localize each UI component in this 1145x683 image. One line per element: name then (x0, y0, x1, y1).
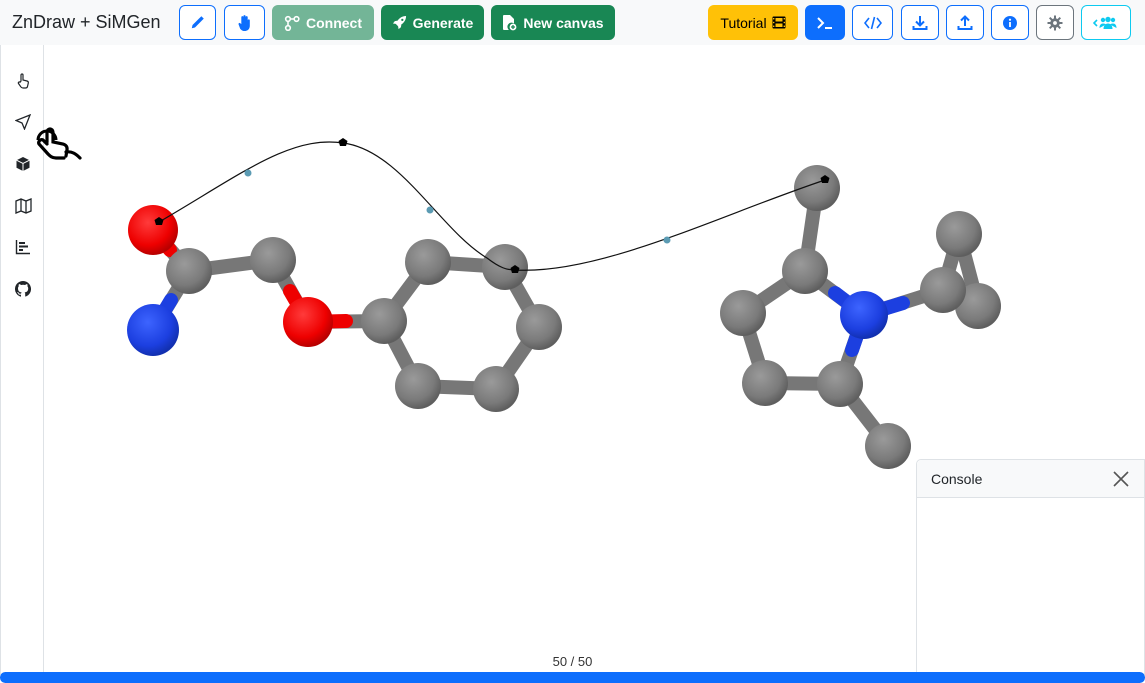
download-button[interactable] (901, 5, 939, 40)
generate-button[interactable]: Generate (381, 5, 484, 40)
close-icon[interactable] (1112, 470, 1130, 488)
tutorial-button[interactable]: Tutorial (708, 5, 798, 40)
download-icon (912, 15, 928, 31)
terminal-button[interactable] (805, 5, 845, 40)
frame-progress-fill (0, 672, 1145, 683)
file-plus-icon (502, 14, 517, 31)
bar-chart-icon (15, 239, 31, 255)
sidebar-item-github[interactable] (13, 279, 33, 299)
map-icon (14, 198, 32, 214)
code-icon (863, 16, 882, 30)
connect-icon (284, 15, 300, 31)
console-header: Console (917, 460, 1144, 498)
info-button[interactable] (991, 5, 1029, 40)
upload-icon (957, 14, 973, 31)
github-icon (15, 281, 31, 297)
new-canvas-label: New canvas (523, 14, 604, 31)
new-canvas-button[interactable]: New canvas (491, 5, 615, 40)
info-icon (1002, 15, 1018, 31)
terminal-icon (816, 15, 834, 31)
generate-label: Generate (412, 14, 474, 31)
frame-counter: 50 / 50 (552, 654, 593, 669)
tap-cursor-icon (36, 127, 82, 160)
connect-label: Connect (306, 14, 362, 31)
connect-button[interactable]: Connect (272, 5, 374, 40)
hand-icon (236, 14, 253, 31)
app-brand: ZnDraw + SiMGen (12, 12, 161, 32)
frame-progress-bar[interactable] (0, 672, 1145, 683)
draw-button[interactable] (179, 5, 216, 40)
tutorial-label: Tutorial (720, 14, 767, 31)
gear-icon (1047, 15, 1063, 31)
users-icon (1093, 16, 1119, 30)
sidebar-item-selection[interactable] (13, 71, 33, 91)
settings-button[interactable] (1036, 5, 1074, 40)
code-button[interactable] (852, 5, 893, 40)
console-body[interactable] (917, 498, 1144, 675)
interaction-mode-button[interactable] (224, 5, 265, 40)
users-button[interactable] (1081, 5, 1131, 40)
film-icon (772, 16, 786, 29)
top-navbar: ZnDraw + SiMGen Connect Generate New can… (0, 0, 1145, 45)
rocket-icon (392, 15, 407, 30)
sidebar-item-scene[interactable] (13, 196, 33, 216)
console-title: Console (931, 470, 983, 487)
upload-button[interactable] (946, 5, 984, 40)
pencil-icon (190, 15, 205, 30)
sidebar-item-analysis[interactable] (13, 237, 33, 257)
pointer-hand-icon (15, 73, 31, 89)
console-panel: Console (916, 459, 1145, 675)
